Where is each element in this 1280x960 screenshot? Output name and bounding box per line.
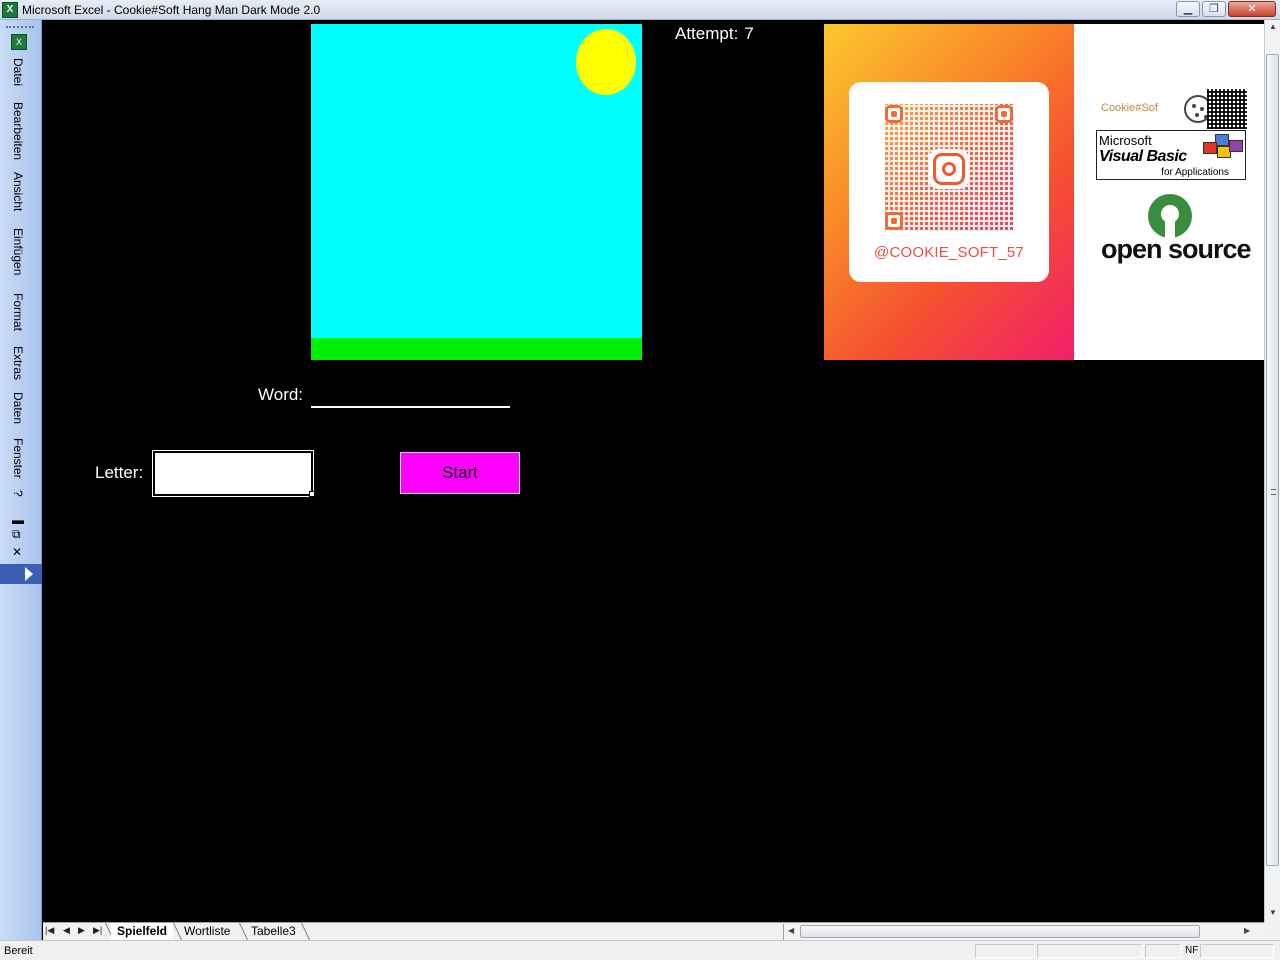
- maximize-window-button[interactable]: ❐: [1202, 1, 1226, 17]
- instagram-icon: [929, 149, 969, 189]
- tab-tabelle3[interactable]: Tabelle3: [245, 923, 302, 940]
- close-window-button[interactable]: ✕: [1228, 1, 1276, 17]
- status-panel: [1145, 944, 1181, 958]
- word-label: Word:: [258, 385, 304, 404]
- qr-finder-icon: [995, 105, 1013, 123]
- vba-microsoft-text: Microsoft: [1099, 133, 1152, 148]
- menu-fenster[interactable]: Fenster: [11, 438, 25, 479]
- worksheet-area[interactable]: Attempt: 7 @COOKIE_SOFT_57 Cookie#Sof Mic…: [43, 20, 1264, 922]
- mini-qr-code-icon: [1207, 89, 1247, 129]
- scroll-corner: [1264, 922, 1280, 940]
- scroll-down-icon[interactable]: ▼: [1268, 908, 1278, 920]
- workbook-restore-icon[interactable]: ⧉: [12, 528, 21, 540]
- first-sheet-icon[interactable]: |◀: [45, 925, 54, 936]
- sun-shape: [576, 29, 636, 95]
- vertical-menu-bar: X Datei Bearbeiten Ansicht Einfügen Form…: [0, 20, 42, 942]
- last-sheet-icon[interactable]: ▶|: [93, 925, 102, 936]
- horizontal-scroll-thumb[interactable]: [800, 925, 1200, 938]
- vertical-scroll-thumb[interactable]: [1266, 54, 1279, 866]
- qr-finder-icon: [885, 212, 903, 230]
- instagram-qr-card: @COOKIE_SOFT_57: [849, 82, 1049, 282]
- scroll-up-icon[interactable]: ▲: [1268, 22, 1278, 34]
- status-panel: [1200, 944, 1274, 958]
- start-button[interactable]: Start: [400, 452, 520, 494]
- next-sheet-icon[interactable]: ▶: [78, 925, 85, 936]
- vba-for-apps-text: for Applications: [1161, 167, 1229, 178]
- vba-cubes-icon: [1201, 134, 1243, 162]
- menu-extras[interactable]: Extras: [11, 346, 25, 380]
- attempt-value: 7: [744, 24, 754, 43]
- menu-einfuegen[interactable]: Einfügen: [11, 228, 25, 275]
- menu-format[interactable]: Format: [11, 293, 25, 331]
- cookie-soft-logo-text: Cookie#Sof: [1101, 102, 1158, 114]
- status-panel: [1037, 944, 1143, 958]
- menu-help[interactable]: ?: [11, 490, 25, 497]
- window-title-bar[interactable]: X Microsoft Excel - Cookie#Soft Hang Man…: [0, 0, 1280, 20]
- scroll-left-icon[interactable]: ◀: [788, 926, 794, 935]
- excel-app-icon[interactable]: X: [2, 2, 18, 18]
- tab-wortliste[interactable]: Wortliste: [178, 923, 236, 940]
- instagram-promo-image: @COOKIE_SOFT_57: [824, 24, 1074, 360]
- menu-overflow-chevron-icon[interactable]: [0, 564, 42, 584]
- logos-image: Cookie#Sof Microsoft Visual Basic for Ap…: [1074, 24, 1264, 360]
- instagram-handle: @COOKIE_SOFT_57: [874, 244, 1024, 261]
- open-source-text: open source: [1101, 234, 1252, 264]
- hangman-scene: [311, 24, 642, 360]
- toolbar-grip-icon[interactable]: [6, 26, 34, 30]
- scroll-grip-icon: [1271, 489, 1276, 495]
- status-bar: Bereit NF: [0, 940, 1280, 960]
- window-title: Microsoft Excel - Cookie#Soft Hang Man D…: [22, 3, 321, 17]
- menu-ansicht[interactable]: Ansicht: [11, 172, 25, 211]
- attempt-counter: Attempt: 7: [675, 24, 754, 44]
- vba-logo: Microsoft Visual Basic for Applications: [1096, 130, 1246, 180]
- attempt-label: Attempt:: [675, 24, 739, 43]
- num-lock-indicator: NF: [1185, 945, 1199, 956]
- scroll-right-icon[interactable]: ▶: [1244, 926, 1250, 935]
- sheet-tab-bar: |◀ ◀ ▶ ▶| Spielfeld Wortliste Tabelle3 ◀…: [43, 922, 1264, 940]
- workbook-close-icon[interactable]: ✕: [12, 546, 22, 558]
- open-source-keyhole-icon: [1148, 194, 1192, 240]
- vba-visual-basic-text: Visual Basic: [1099, 148, 1187, 165]
- menu-datei[interactable]: Datei: [11, 58, 25, 86]
- menu-daten[interactable]: Daten: [11, 392, 25, 424]
- word-display: [311, 386, 510, 408]
- workbook-minimize-icon[interactable]: ▬: [12, 514, 24, 526]
- status-text: Bereit: [4, 945, 33, 957]
- ground-shape: [311, 338, 642, 360]
- workbook-icon[interactable]: X: [11, 34, 27, 50]
- status-panel: [975, 944, 1035, 958]
- letter-input[interactable]: [152, 450, 314, 497]
- tab-spielfeld[interactable]: Spielfeld: [111, 923, 174, 940]
- horizontal-scrollbar[interactable]: ◀ ▶: [783, 924, 1264, 940]
- letter-label: Letter:: [95, 463, 144, 482]
- qr-finder-icon: [885, 105, 903, 123]
- tab-divider: [301, 923, 310, 940]
- vertical-scrollbar[interactable]: ▲ ▼: [1264, 20, 1280, 922]
- minimize-window-button[interactable]: ▁: [1176, 1, 1200, 17]
- prev-sheet-icon[interactable]: ◀: [63, 925, 70, 936]
- menu-bearbeiten[interactable]: Bearbeiten: [11, 102, 25, 160]
- textbox-resize-handle[interactable]: [309, 491, 315, 497]
